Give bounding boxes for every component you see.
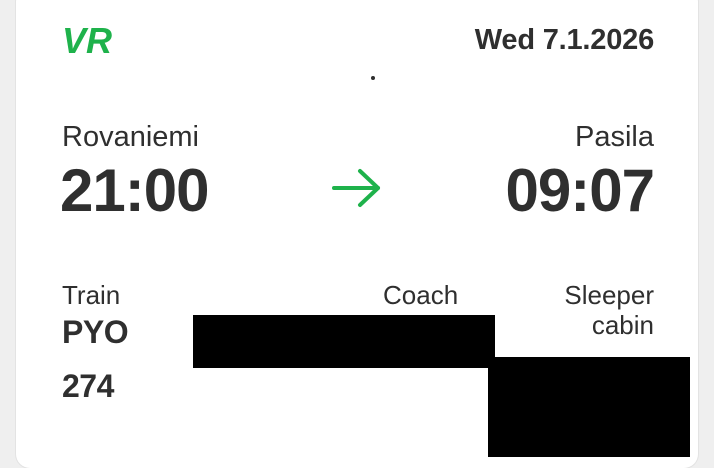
arrow-right-icon (332, 169, 380, 207)
separator-dot (371, 76, 375, 80)
train-type: PYO (62, 314, 129, 350)
vr-logo-icon: VR (62, 24, 112, 56)
ticket-card: VR Wed 7.1.2026 Rovaniemi Pasila 21:00 0… (16, 0, 698, 468)
train-label: Train (62, 280, 121, 310)
coach-label: Coach (383, 280, 459, 310)
sleeper-label: Sleeper (564, 280, 654, 310)
destination-station: Pasila (575, 121, 654, 153)
travel-date: Wed 7.1.2026 (474, 24, 654, 56)
train-number: 274 (62, 368, 114, 404)
arrival-time: 09:07 (505, 157, 655, 224)
redacted-coach-info (193, 315, 495, 368)
redacted-sleeper-info (488, 357, 690, 457)
brand-logo-text: VR (62, 24, 112, 56)
sleeper-sublabel: cabin (591, 310, 654, 340)
departure-time: 21:00 (60, 157, 209, 224)
origin-station: Rovaniemi (62, 121, 199, 153)
